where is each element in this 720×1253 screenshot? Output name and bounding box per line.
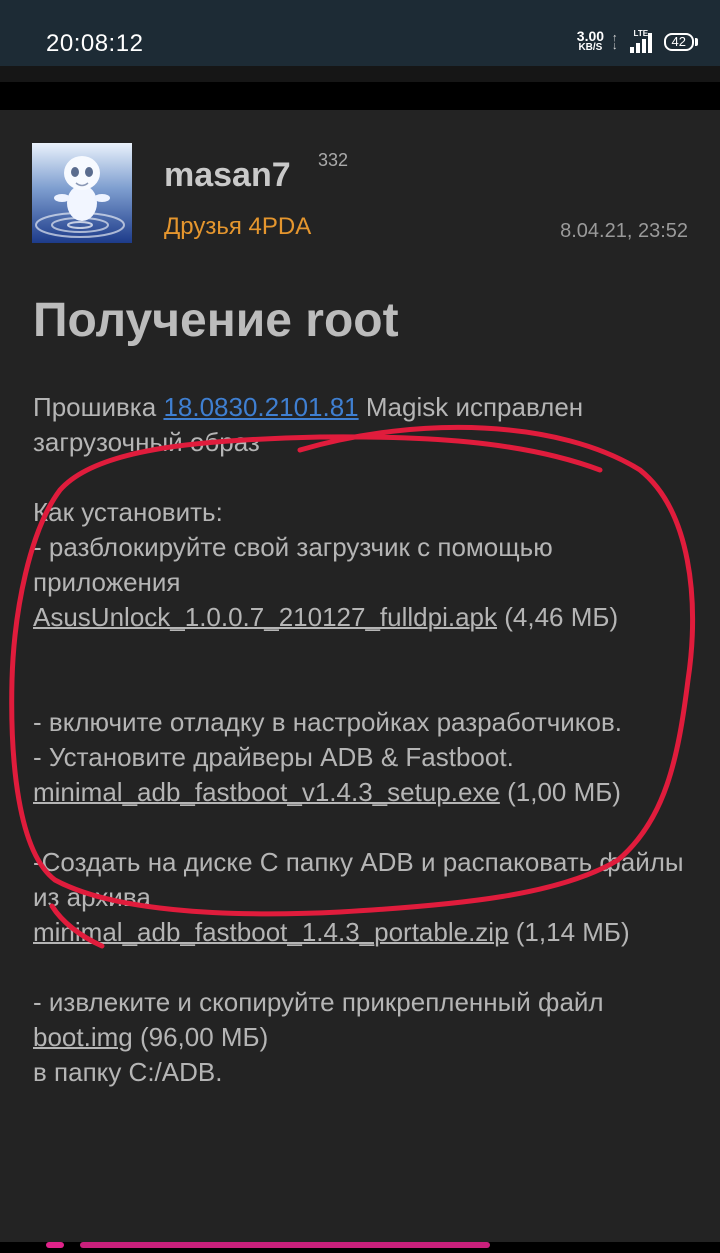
hand-drawn-annotation-circle bbox=[9, 424, 696, 949]
